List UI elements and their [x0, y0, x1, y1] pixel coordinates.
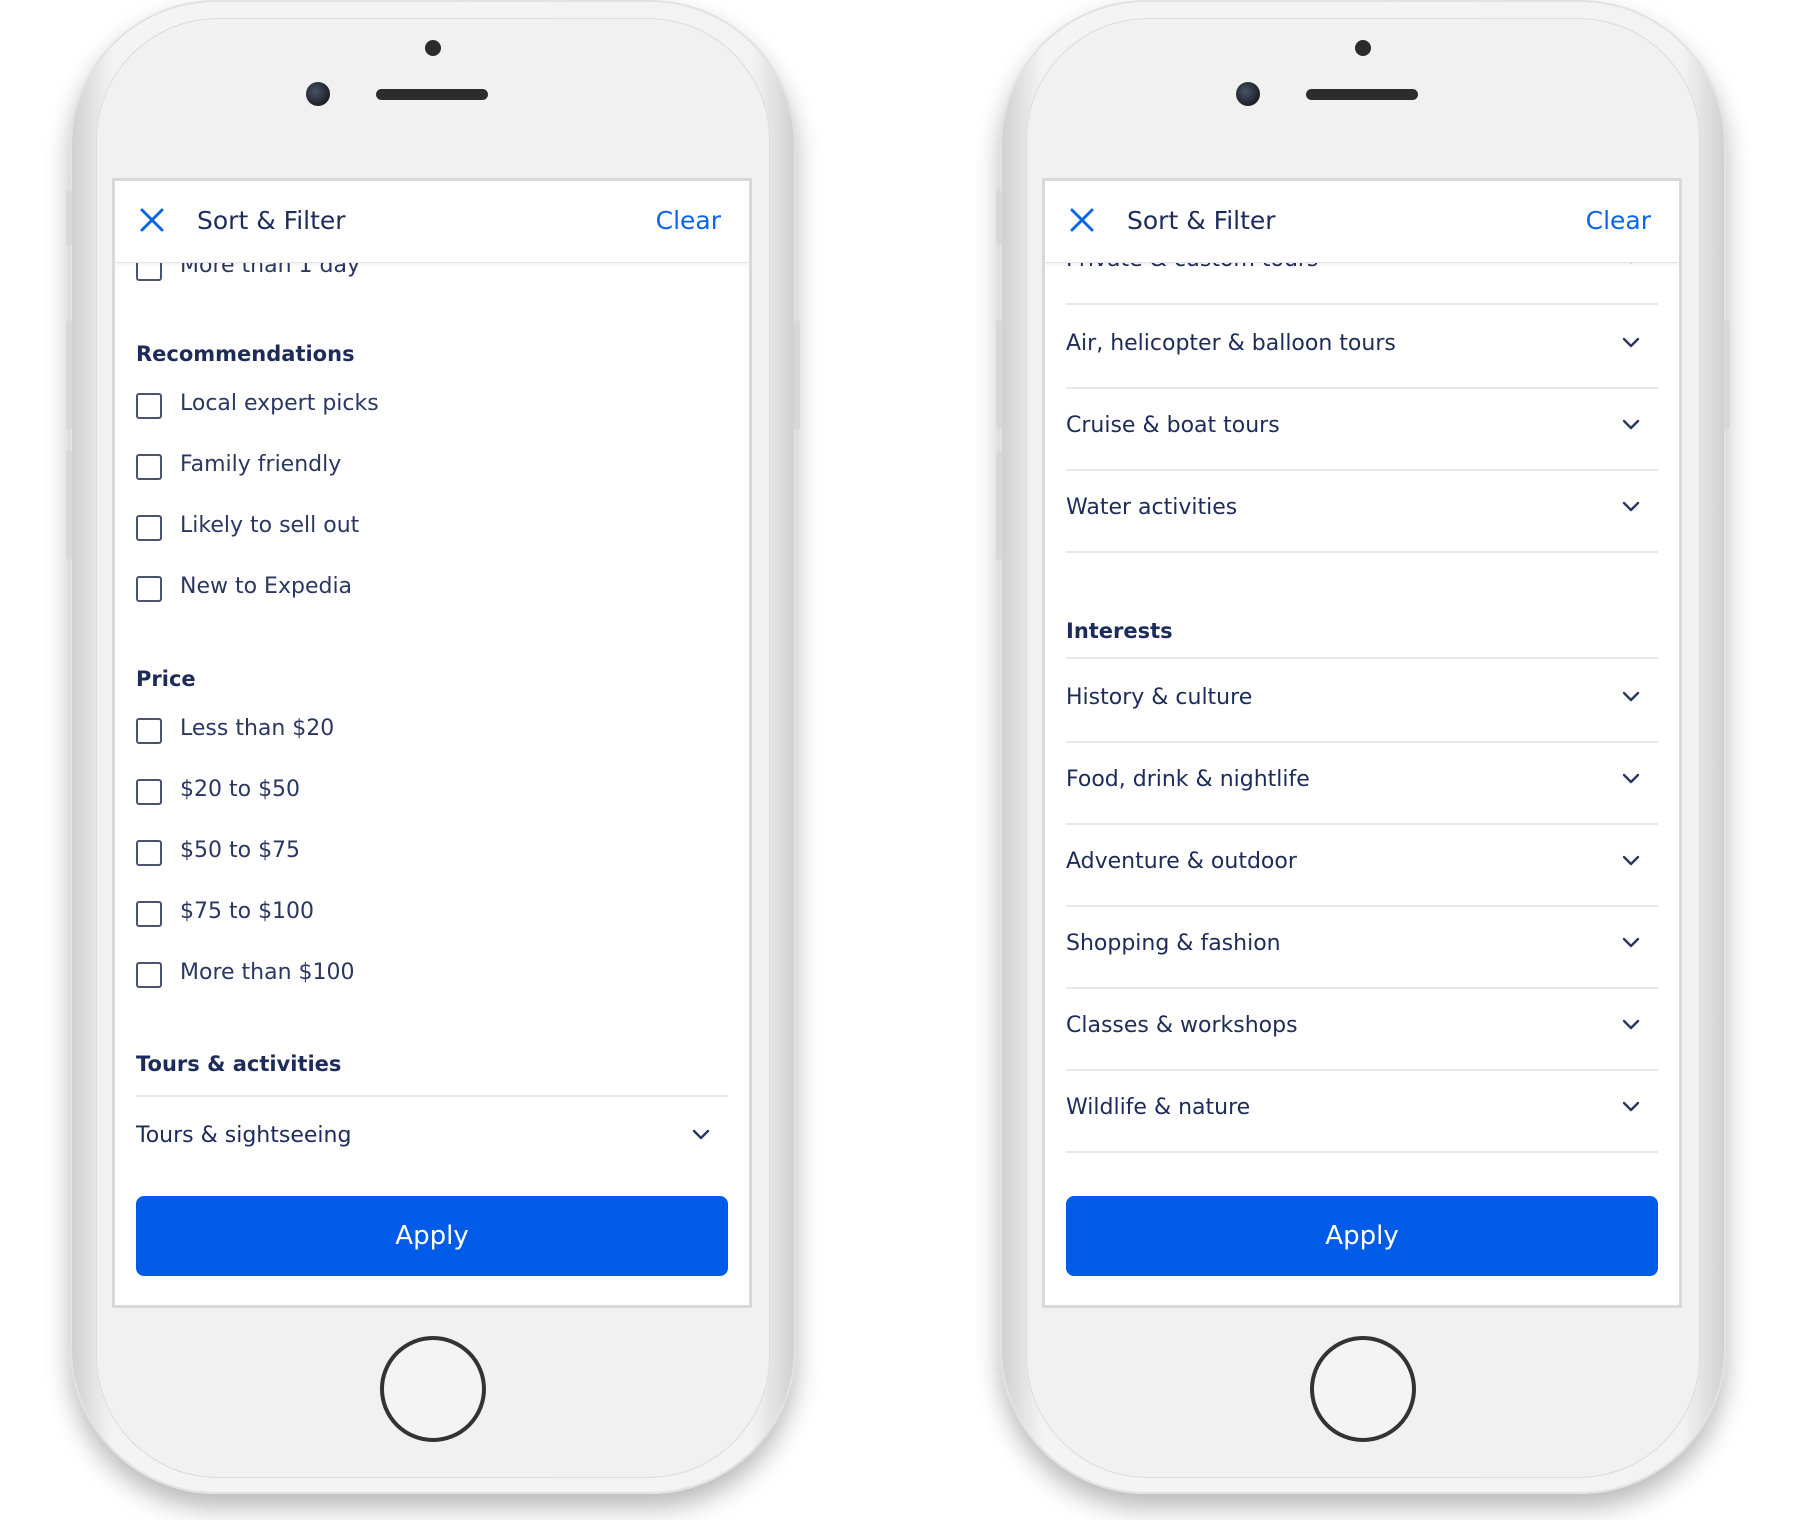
- chevron-down-icon: [1622, 501, 1640, 512]
- volume-down-button: [996, 450, 1002, 560]
- chevron-down-icon: [1622, 691, 1640, 702]
- price-heading: Price: [136, 667, 196, 691]
- accordion-label: History & culture: [1066, 685, 1253, 710]
- earpiece-speaker: [376, 89, 488, 100]
- chevron-down-icon: [692, 1129, 710, 1140]
- accordion-air-helicopter-balloon-tours[interactable]: Air, helicopter & balloon tours: [1066, 305, 1658, 389]
- left-phone-frame: Sort & Filter Clear More than 1 day Reco…: [66, 0, 800, 1494]
- checkbox-label: Less than $20: [180, 716, 335, 741]
- interests-heading: Interests: [1066, 619, 1173, 643]
- filter-list: More than 1 day Recommendations Local ex…: [115, 181, 749, 1305]
- mute-switch: [996, 190, 1002, 246]
- recommendations-heading: Recommendations: [136, 342, 355, 366]
- clear-button[interactable]: Clear: [656, 206, 721, 235]
- accordion-label: Food, drink & nightlife: [1066, 767, 1310, 792]
- checkbox-label: Likely to sell out: [180, 513, 360, 538]
- checkbox-label: Family friendly: [180, 452, 342, 477]
- accordion-label: Tours & sightseeing: [136, 1123, 352, 1148]
- checkbox-label: $20 to $50: [180, 777, 301, 802]
- checkbox-label: More than $100: [180, 960, 355, 985]
- mute-switch: [66, 190, 72, 246]
- accordion-label: Adventure & outdoor: [1066, 849, 1297, 874]
- earpiece-speaker: [1306, 89, 1418, 100]
- accordion-shopping-fashion[interactable]: Shopping & fashion: [1066, 905, 1658, 989]
- accordion-label: Classes & workshops: [1066, 1013, 1298, 1038]
- accordion-label: Water activities: [1066, 495, 1238, 520]
- accordion-label: Air, helicopter & balloon tours: [1066, 331, 1396, 356]
- accordion-classes-workshops[interactable]: Classes & workshops: [1066, 987, 1658, 1071]
- volume-up-button: [66, 320, 72, 430]
- footer: Apply: [1045, 1177, 1679, 1305]
- filter-header: Sort & Filter Clear: [1045, 181, 1679, 263]
- accordion-history-culture[interactable]: History & culture: [1066, 657, 1658, 743]
- front-sensor: [425, 40, 441, 56]
- left-screen: Sort & Filter Clear More than 1 day Reco…: [112, 178, 752, 1308]
- chevron-down-icon: [1622, 419, 1640, 430]
- volume-down-button: [66, 450, 72, 560]
- chevron-down-icon: [1622, 337, 1640, 348]
- accordion-tours-sightseeing[interactable]: Tours & sightseeing: [136, 1095, 728, 1181]
- volume-up-button: [996, 320, 1002, 430]
- chevron-down-icon: [1622, 937, 1640, 948]
- power-button: [794, 320, 800, 430]
- accordion-adventure-outdoor[interactable]: Adventure & outdoor: [1066, 823, 1658, 907]
- home-button[interactable]: [1310, 1336, 1416, 1442]
- close-icon[interactable]: [139, 207, 165, 233]
- accordion-food-drink-nightlife[interactable]: Food, drink & nightlife: [1066, 741, 1658, 825]
- chevron-down-icon: [1622, 855, 1640, 866]
- chevron-down-icon: [1622, 1101, 1640, 1112]
- apply-button[interactable]: Apply: [1066, 1196, 1658, 1276]
- accordion-cruise-boat-tours[interactable]: Cruise & boat tours: [1066, 387, 1658, 471]
- home-button[interactable]: [380, 1336, 486, 1442]
- accordion-label: Wildlife & nature: [1066, 1095, 1251, 1120]
- page-title: Sort & Filter: [197, 206, 346, 235]
- power-button: [1724, 320, 1730, 430]
- front-camera-icon: [306, 82, 330, 106]
- page-title: Sort & Filter: [1127, 206, 1276, 235]
- accordion-wildlife-nature[interactable]: Wildlife & nature: [1066, 1069, 1658, 1153]
- checkbox-label: $50 to $75: [180, 838, 301, 863]
- accordion-label: Shopping & fashion: [1066, 931, 1281, 956]
- accordion-label: Cruise & boat tours: [1066, 413, 1280, 438]
- filter-header: Sort & Filter Clear: [115, 181, 749, 263]
- front-camera-icon: [1236, 82, 1260, 106]
- accordion-water-activities[interactable]: Water activities: [1066, 469, 1658, 553]
- right-phone-frame: Sort & Filter Clear Private & custom tou…: [996, 0, 1730, 1494]
- filter-list: Private & custom tours Air, helicopter &…: [1045, 181, 1679, 1305]
- clear-button[interactable]: Clear: [1586, 206, 1651, 235]
- checkbox-label: Local expert picks: [180, 391, 379, 416]
- checkbox-label: $75 to $100: [180, 899, 315, 924]
- checkbox-label: New to Expedia: [180, 574, 353, 599]
- chevron-down-icon: [1622, 773, 1640, 784]
- footer: Apply: [115, 1177, 749, 1305]
- tours-activities-heading: Tours & activities: [136, 1052, 342, 1076]
- right-screen: Sort & Filter Clear Private & custom tou…: [1042, 178, 1682, 1308]
- front-sensor: [1355, 40, 1371, 56]
- apply-button[interactable]: Apply: [136, 1196, 728, 1276]
- close-icon[interactable]: [1069, 207, 1095, 233]
- chevron-down-icon: [1622, 1019, 1640, 1030]
